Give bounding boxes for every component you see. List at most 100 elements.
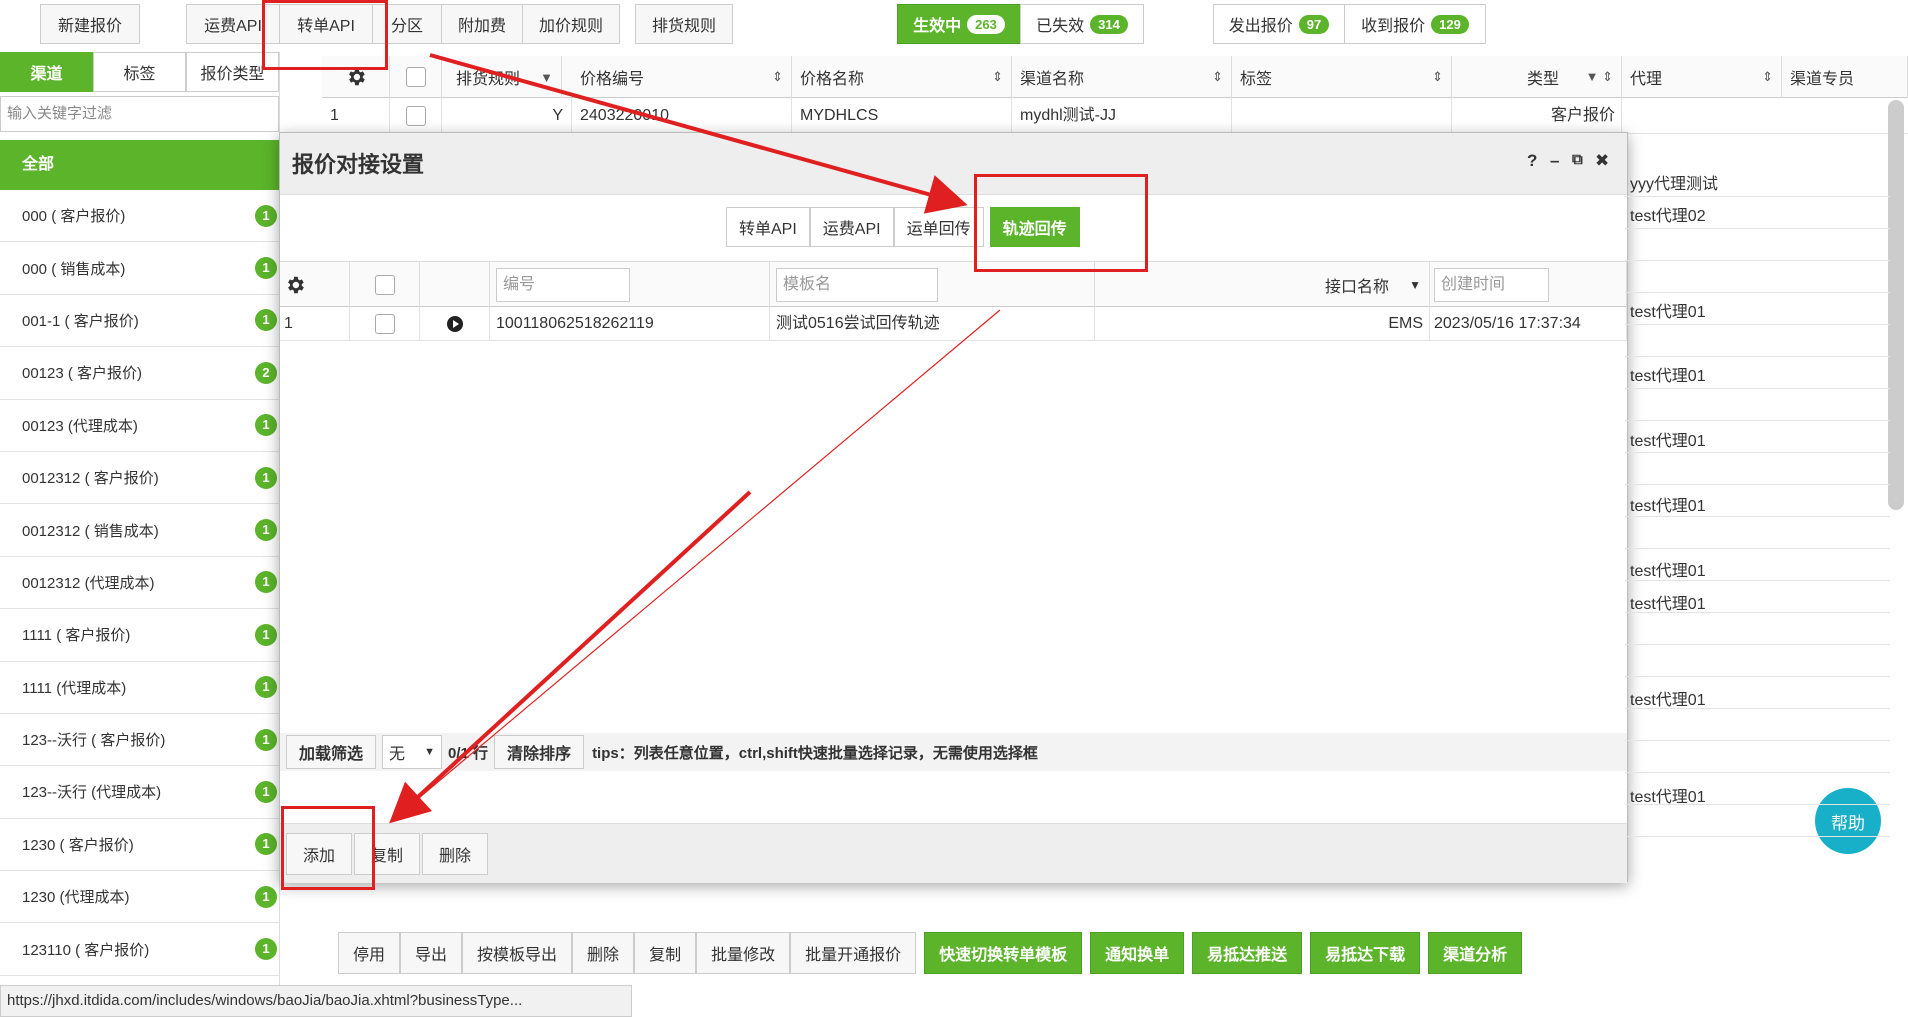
expired-filter-tab[interactable]: 已失效 314 <box>1020 4 1144 44</box>
close-icon[interactable]: ✖ <box>1595 151 1609 171</box>
active-label: 生效中 <box>913 18 962 35</box>
count-badge: 1 <box>255 623 277 646</box>
sidebar-item[interactable]: 123--沃行 (代理成本) 1 <box>0 766 279 819</box>
sidebar-item[interactable]: 123--沃行 ( 客户报价) 1 <box>0 714 279 767</box>
sort-icon[interactable]: ⇕ <box>1212 69 1223 85</box>
batch-enable-quote-button[interactable]: 批量开通报价 <box>790 932 917 974</box>
delete-button[interactable]: 删除 <box>422 832 489 875</box>
sidebar-item[interactable]: 1230 (代理成本) 1 <box>0 871 279 924</box>
notify-change-button[interactable]: 通知换单 <box>1090 932 1185 974</box>
popout-icon[interactable]: ⧉ <box>1572 151 1583 168</box>
sidebar-item-label: 000 ( 客户报价) <box>22 208 126 226</box>
tab-order-api[interactable]: 转单API <box>726 207 810 247</box>
dropdown-arrow-icon[interactable]: ▼ <box>1409 278 1421 292</box>
copy-button[interactable]: 复制 <box>634 932 697 974</box>
sent-quotes-tab[interactable]: 发出报价 97 <box>1213 4 1345 44</box>
row-divider <box>1625 644 1890 645</box>
sidebar-item[interactable]: 000 ( 销售成本) 1 <box>0 242 279 295</box>
row-checkbox[interactable] <box>350 307 420 341</box>
sidebar-item[interactable]: 00123 ( 客户报价) 2 <box>0 347 279 400</box>
dropdown-sort-icon[interactable]: ▼ ⇕ <box>1586 69 1613 85</box>
grid-scrollbar[interactable] <box>1888 100 1904 510</box>
row-divider <box>1625 804 1890 805</box>
sidebar-item-all[interactable]: 全部 <box>0 140 279 190</box>
sidebar-item[interactable]: 0012312 ( 销售成本) 1 <box>0 504 279 557</box>
sidebar-item[interactable]: 0012312 (代理成本) 1 <box>0 557 279 610</box>
table-row[interactable]: 1 Y 2403220010 MYDHLCS mydhl测试-JJ 客户报价 <box>322 98 1908 134</box>
sent-count-badge: 97 <box>1298 14 1330 34</box>
dropdown-arrow-icon[interactable]: ▼ <box>540 70 553 85</box>
sidebar-item[interactable]: 00123 (代理成本) 1 <box>0 400 279 452</box>
sidebar-item[interactable]: 001-1 ( 客户报价) 1 <box>0 295 279 348</box>
sort-icon[interactable]: ⇕ <box>772 69 783 85</box>
row-play-icon[interactable] <box>420 307 490 341</box>
status-url-bar: https://jhxd.itdida.com/includes/windows… <box>0 985 632 1017</box>
sidebar-item[interactable]: 0012312 ( 客户报价) 1 <box>0 452 279 505</box>
col-price-name[interactable]: 价格名称 ⇕ <box>792 56 1012 98</box>
sort-icon[interactable]: ⇕ <box>1432 69 1443 85</box>
sort-icon[interactable]: ⇕ <box>992 69 1003 85</box>
col-agent[interactable]: 代理 ⇕ <box>1622 56 1782 98</box>
quick-switch-template-button[interactable]: 快速切换转单模板 <box>924 932 1083 974</box>
row-count: 0/1 行 <box>448 744 489 762</box>
count-badge: 1 <box>255 885 277 908</box>
sidebar-item[interactable]: 000 ( 客户报价) 1 <box>0 190 279 243</box>
no-filter-input[interactable]: 编号 <box>496 268 630 302</box>
tab-tag[interactable]: 标签 <box>93 52 186 92</box>
col-cargo-rule[interactable]: 排货规则 ▼ <box>442 56 562 98</box>
ydd-push-button[interactable]: 易抵达推送 <box>1192 932 1303 974</box>
dialog-action-bar: 添加 复制 删除 <box>280 823 1627 883</box>
created-filter-input[interactable]: 创建时间 <box>1434 268 1549 302</box>
row-created: 2023/05/16 17:37:34 <box>1430 307 1627 341</box>
count-badge: 1 <box>255 938 277 961</box>
disable-button[interactable]: 停用 <box>338 932 401 974</box>
help-icon[interactable]: ? <box>1527 151 1537 171</box>
clear-sort-button[interactable]: 清除排序 <box>494 735 585 769</box>
sidebar-filter-input[interactable]: 输入关键字过滤 <box>0 96 279 132</box>
sidebar-item[interactable]: 1230 ( 客户报价) 1 <box>0 819 279 872</box>
col-type[interactable]: 类型 ▼ ⇕ <box>1452 56 1622 98</box>
export-by-template-button[interactable]: 按模板导出 <box>462 932 573 974</box>
table-row[interactable]: 1 100118062518262119 测试0516尝试回传轨迹 EMS 20… <box>280 307 1627 341</box>
count-badge: 1 <box>255 833 277 856</box>
count-badge: 1 <box>255 519 277 542</box>
load-filter-button[interactable]: 加载筛选 <box>286 735 377 769</box>
tab-freight-api[interactable]: 运费API <box>809 207 894 247</box>
markup-rule-button[interactable]: 加价规则 <box>522 4 620 44</box>
dialog-grid-header: 编号 模板名 接口名称 ▼ 创建时间 <box>280 261 1627 308</box>
select-all-checkbox[interactable] <box>390 56 442 98</box>
tab-channel[interactable]: 渠道 <box>0 52 93 92</box>
sidebar-item[interactable]: 123110 ( 客户报价) 1 <box>0 923 279 976</box>
dialog-select-all-checkbox[interactable] <box>350 262 420 308</box>
count-badge: 1 <box>255 466 277 489</box>
received-quotes-tab[interactable]: 收到报价 129 <box>1344 4 1486 44</box>
cargo-rule-button[interactable]: 排货规则 <box>635 4 733 44</box>
sidebar-item[interactable]: 1111 (代理成本) 1 <box>0 662 279 714</box>
col-price-no[interactable]: 价格编号 ⇕ <box>572 56 792 98</box>
col-channel-owner[interactable]: 渠道专员 <box>1782 56 1908 98</box>
filter-select[interactable]: 无 ▼ <box>382 735 443 769</box>
new-quote-button[interactable]: 新建报价 <box>40 4 140 44</box>
row-divider <box>1625 292 1890 293</box>
sort-icon[interactable]: ⇕ <box>1762 69 1773 85</box>
agent-cell: test代理01 <box>1630 433 1706 450</box>
tab-waybill-callback[interactable]: 运单回传 <box>893 207 984 247</box>
batch-edit-button[interactable]: 批量修改 <box>696 932 791 974</box>
delete-button[interactable]: 删除 <box>572 932 635 974</box>
sidebar-item[interactable]: 1111 ( 客户报价) 1 <box>0 609 279 662</box>
template-filter-input[interactable]: 模板名 <box>776 268 938 302</box>
col-channel-name[interactable]: 渠道名称 ⇕ <box>1012 56 1232 98</box>
col-tag[interactable]: 标签 ⇕ <box>1232 56 1452 98</box>
dialog-grid-gear-icon[interactable] <box>280 262 350 308</box>
active-filter-tab[interactable]: 生效中 263 <box>897 4 1021 44</box>
channel-analysis-button[interactable]: 渠道分析 <box>1428 932 1523 974</box>
help-button[interactable]: 帮助 <box>1815 788 1881 854</box>
export-button[interactable]: 导出 <box>400 932 463 974</box>
surcharge-button[interactable]: 附加费 <box>441 4 523 44</box>
sidebar-item-label: 123110 ( 客户报价) <box>22 941 150 959</box>
minimize-icon[interactable]: – <box>1550 151 1559 171</box>
channel-sidebar: 渠道 标签 报价类型 输入关键字过滤 全部 000 ( 客户报价) 1 000 ( … <box>0 52 280 1017</box>
ydd-download-button[interactable]: 易抵达下载 <box>1310 932 1421 974</box>
row-checkbox[interactable] <box>390 98 442 134</box>
dialog-col-created: 创建时间 <box>1430 262 1627 308</box>
